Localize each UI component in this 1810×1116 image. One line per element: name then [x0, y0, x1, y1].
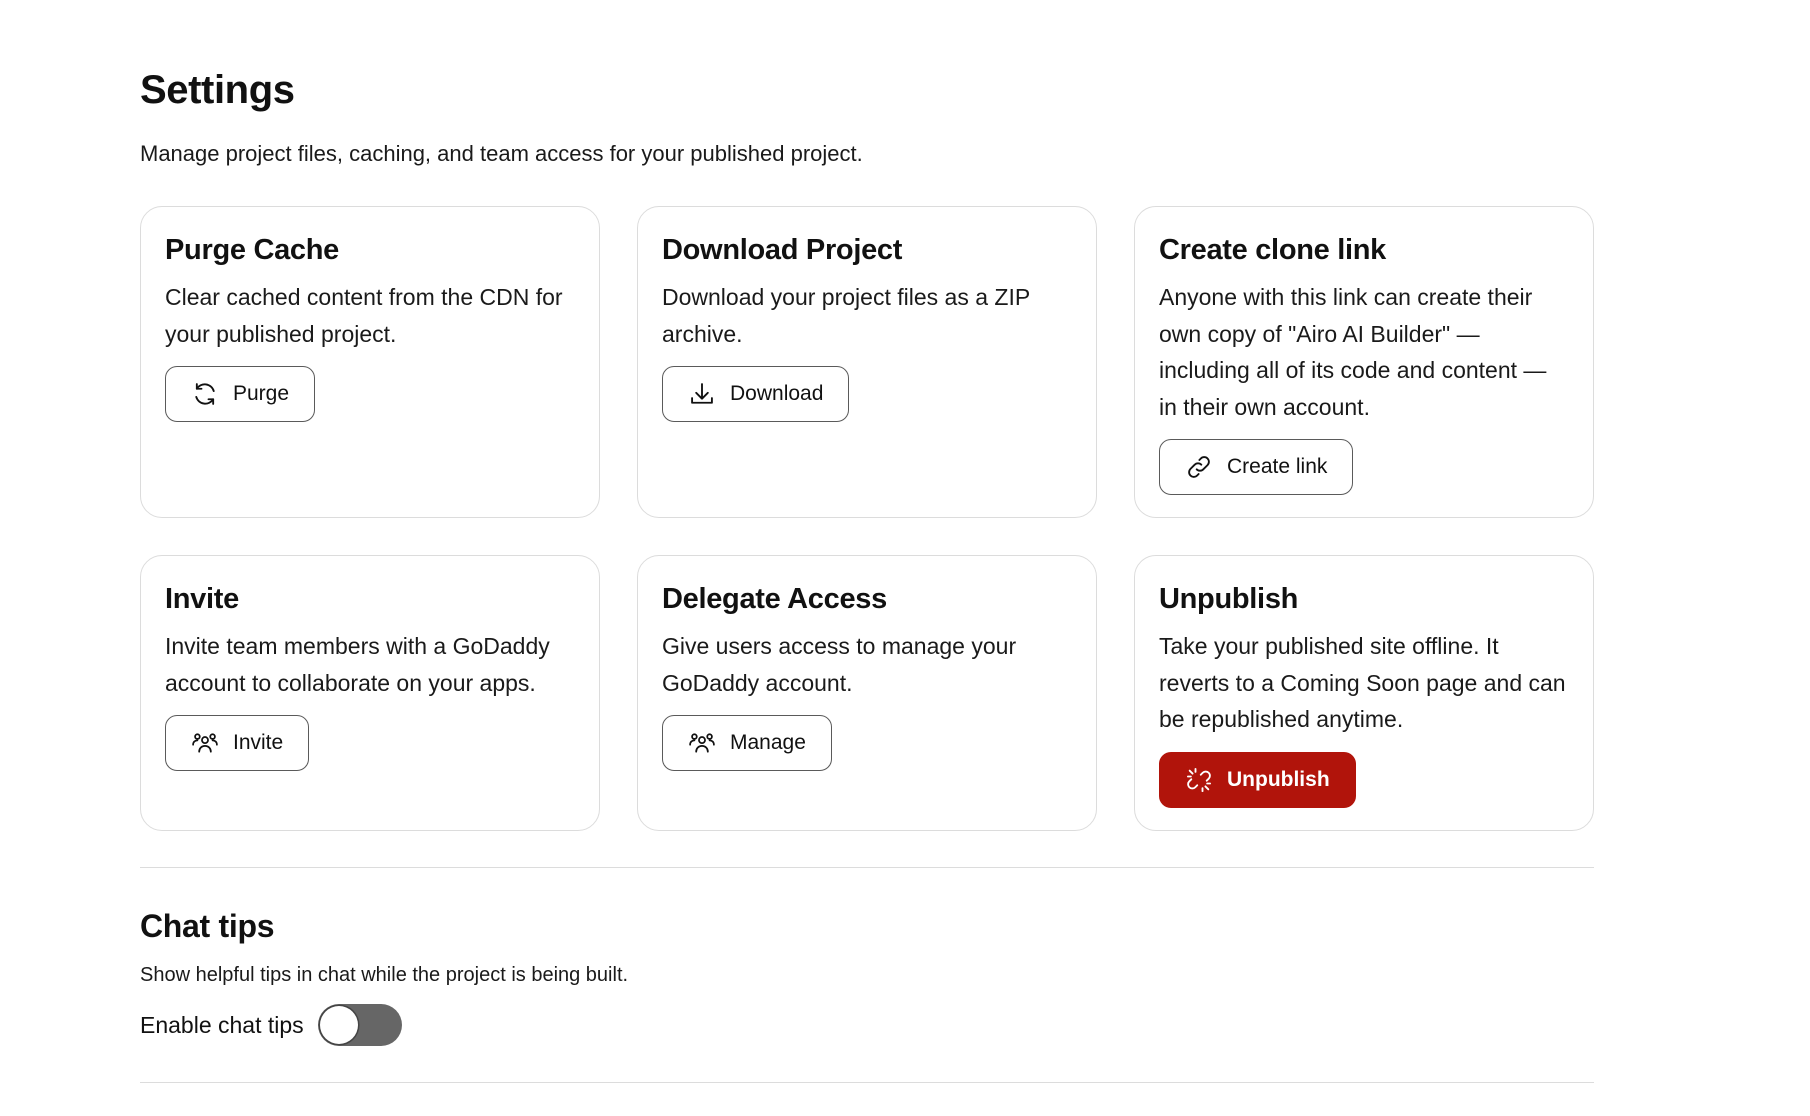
- users-icon: [191, 729, 219, 757]
- chat-tips-toggle[interactable]: [317, 1004, 402, 1046]
- broken-link-icon: [1185, 766, 1213, 794]
- card-title: Unpublish: [1159, 583, 1299, 615]
- manage-button[interactable]: Manage: [662, 715, 832, 771]
- section-divider: [140, 867, 1594, 868]
- button-label: Purge: [233, 382, 290, 405]
- card-description: Clear cached content from the CDN for yo…: [165, 284, 563, 347]
- button-label: Unpublish: [1227, 767, 1330, 791]
- delegate-access-card: Delegate Access Give users access to man…: [637, 555, 1097, 831]
- card-description: Download your project files as a ZIP arc…: [662, 284, 1030, 347]
- settings-page: Settings Manage project files, caching, …: [0, 0, 1810, 1116]
- button-label: Download: [730, 382, 824, 405]
- chat-tips-toggle-row: Enable chat tips: [140, 1004, 1810, 1046]
- invite-button[interactable]: Invite: [165, 715, 310, 771]
- button-label: Invite: [233, 731, 284, 754]
- refresh-icon: [191, 380, 219, 408]
- card-description: Invite team members with a GoDaddy accou…: [165, 633, 550, 696]
- toggle-knob: [319, 1006, 358, 1044]
- card-title: Create clone link: [1159, 234, 1386, 266]
- settings-card-grid: Purge Cache Clear cached content from th…: [140, 206, 1594, 831]
- card-description: Anyone with this link can create their o…: [1159, 284, 1547, 420]
- create-clone-link-card: Create clone link Anyone with this link …: [1134, 206, 1594, 518]
- invite-card: Invite Invite team members with a GoDadd…: [140, 555, 600, 831]
- button-label: Manage: [730, 731, 806, 754]
- chat-tips-title: Chat tips: [140, 908, 275, 944]
- purge-button[interactable]: Purge: [165, 366, 316, 422]
- card-title: Delegate Access: [662, 583, 887, 615]
- create-link-button[interactable]: Create link: [1159, 439, 1354, 495]
- download-project-card: Download Project Download your project f…: [637, 206, 1097, 518]
- unpublish-button[interactable]: Unpublish: [1159, 751, 1356, 808]
- users-icon: [688, 729, 716, 757]
- page-title: Settings: [140, 68, 295, 112]
- purge-cache-card: Purge Cache Clear cached content from th…: [140, 206, 600, 518]
- card-title: Purge Cache: [165, 234, 339, 266]
- link-icon: [1185, 453, 1213, 481]
- page-subtitle: Manage project files, caching, and team …: [140, 141, 863, 166]
- button-label: Create link: [1227, 455, 1328, 478]
- card-title: Download Project: [662, 234, 903, 266]
- download-button[interactable]: Download: [662, 366, 850, 422]
- section-divider: [140, 1082, 1594, 1083]
- card-description: Give users access to manage your GoDaddy…: [662, 633, 1017, 696]
- chat-tips-description: Show helpful tips in chat while the proj…: [140, 964, 629, 986]
- chat-tips-toggle-label: Enable chat tips: [140, 1012, 304, 1038]
- unpublish-card: Unpublish Take your published site offli…: [1134, 555, 1594, 831]
- card-description: Take your published site offline. It rev…: [1159, 633, 1566, 732]
- card-title: Invite: [165, 583, 239, 615]
- download-icon: [688, 380, 716, 408]
